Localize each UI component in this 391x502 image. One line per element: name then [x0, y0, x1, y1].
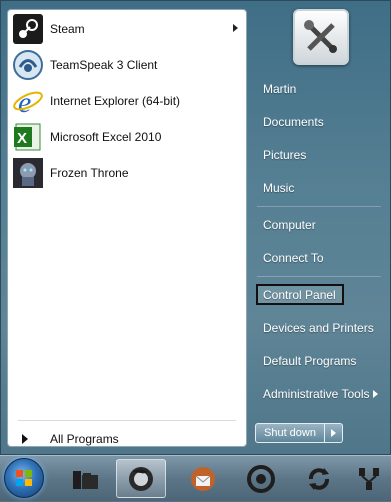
program-label: Internet Explorer (64-bit) — [50, 94, 181, 108]
divider — [18, 420, 236, 421]
thunderbird-icon — [191, 466, 215, 491]
menu-devices-printers[interactable]: Devices and Printers — [263, 321, 374, 335]
expand-arrow-icon — [22, 434, 28, 444]
all-programs-button[interactable]: All Programs — [16, 428, 241, 450]
program-label: Frozen Throne — [50, 166, 129, 180]
program-frozen-throne[interactable]: Frozen Throne — [12, 156, 244, 190]
divider — [257, 276, 381, 277]
menu-pictures[interactable]: Pictures — [263, 148, 306, 162]
program-steam[interactable]: Steam — [12, 12, 244, 46]
internet-explorer-icon: e — [12, 85, 44, 117]
taskbar-chrome[interactable] — [236, 459, 286, 498]
frozen-throne-icon — [12, 157, 44, 189]
firefox-icon — [129, 466, 153, 491]
menu-documents[interactable]: Documents — [263, 115, 324, 129]
svg-text:X: X — [17, 130, 27, 147]
svg-text:e: e — [18, 86, 31, 117]
tools-icon — [304, 20, 337, 53]
chrome-icon — [247, 464, 275, 493]
divider — [257, 206, 381, 207]
program-label: Microsoft Excel 2010 — [50, 130, 162, 144]
menu-music[interactable]: Music — [263, 181, 294, 195]
windows-explorer-icon — [73, 470, 98, 489]
programs-pane: Steam TeamSpeak 3 Client e Internet Expl… — [7, 9, 247, 447]
shutdown-button[interactable]: Shut down — [255, 423, 325, 443]
network-icon — [359, 467, 379, 490]
start-button[interactable] — [4, 458, 44, 498]
taskbar-explorer[interactable] — [60, 459, 110, 498]
steam-icon — [12, 13, 44, 45]
menu-user[interactable]: Martin — [263, 82, 296, 96]
excel-icon: X — [12, 121, 44, 153]
submenu-arrow-icon — [233, 24, 238, 32]
program-teamspeak[interactable]: TeamSpeak 3 Client — [12, 48, 244, 82]
teamspeak-icon — [12, 49, 44, 81]
submenu-arrow-icon — [373, 390, 378, 398]
windows-logo-icon — [16, 470, 32, 486]
taskbar-firefox[interactable] — [116, 459, 166, 498]
menu-control-panel[interactable]: Control Panel — [263, 288, 336, 302]
all-programs-label: All Programs — [50, 432, 119, 446]
taskbar-network[interactable] — [350, 459, 390, 498]
taskbar-sync[interactable] — [294, 459, 344, 498]
sync-icon — [309, 467, 329, 490]
program-internet-explorer[interactable]: e Internet Explorer (64-bit) — [12, 84, 244, 118]
program-label: Steam — [50, 22, 85, 36]
program-label: TeamSpeak 3 Client — [50, 58, 158, 72]
menu-computer[interactable]: Computer — [263, 218, 316, 232]
program-excel[interactable]: X Microsoft Excel 2010 — [12, 120, 244, 154]
user-avatar[interactable] — [293, 9, 349, 65]
start-menu: Steam TeamSpeak 3 Client e Internet Expl… — [0, 0, 391, 455]
menu-default-programs[interactable]: Default Programs — [263, 354, 356, 368]
menu-connect-to[interactable]: Connect To — [263, 251, 324, 265]
arrow-right-icon — [331, 429, 336, 437]
taskbar-thunderbird[interactable] — [178, 459, 228, 498]
menu-administrative-tools[interactable]: Administrative Tools — [263, 387, 370, 401]
shutdown-options-button[interactable] — [325, 423, 343, 443]
